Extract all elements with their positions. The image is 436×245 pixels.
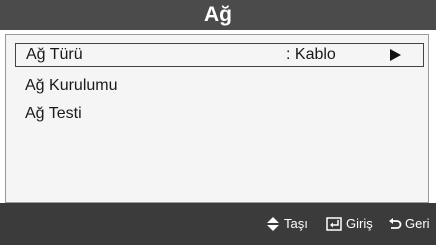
page-title: Ağ xyxy=(204,3,232,26)
right-arrow-icon xyxy=(390,49,401,61)
hint-move-label: Taşı xyxy=(284,216,308,231)
network-menu-screen: Ağ Ağ Türü : Kablo Ağ Kurulumu Ağ Testi … xyxy=(0,0,436,245)
enter-icon xyxy=(326,217,342,231)
menu-panel: Ağ Türü : Kablo Ağ Kurulumu Ağ Testi xyxy=(5,34,429,203)
menu-item-network-type[interactable]: Ağ Türü : Kablo xyxy=(15,43,424,67)
up-down-arrow-icon xyxy=(267,217,279,231)
menu-item-value: : Kablo xyxy=(286,46,336,63)
return-icon xyxy=(389,218,402,229)
hint-move: Taşı xyxy=(266,216,316,232)
menu-item-network-test[interactable]: Ağ Testi xyxy=(15,103,424,127)
footer-hint-bar: Taşı Giriş Geri xyxy=(0,203,436,245)
hint-enter-label: Giriş xyxy=(346,216,373,231)
hint-back-label: Geri xyxy=(405,216,430,231)
title-bar: Ağ xyxy=(0,0,436,30)
hint-back: Geri xyxy=(388,216,434,232)
menu-item-label: Ağ Türü xyxy=(26,46,83,63)
hint-enter: Giriş xyxy=(326,216,382,232)
menu-item-network-setup[interactable]: Ağ Kurulumu xyxy=(15,75,424,99)
menu-item-label: Ağ Kurulumu xyxy=(25,77,118,94)
menu-item-label: Ağ Testi xyxy=(25,105,82,122)
